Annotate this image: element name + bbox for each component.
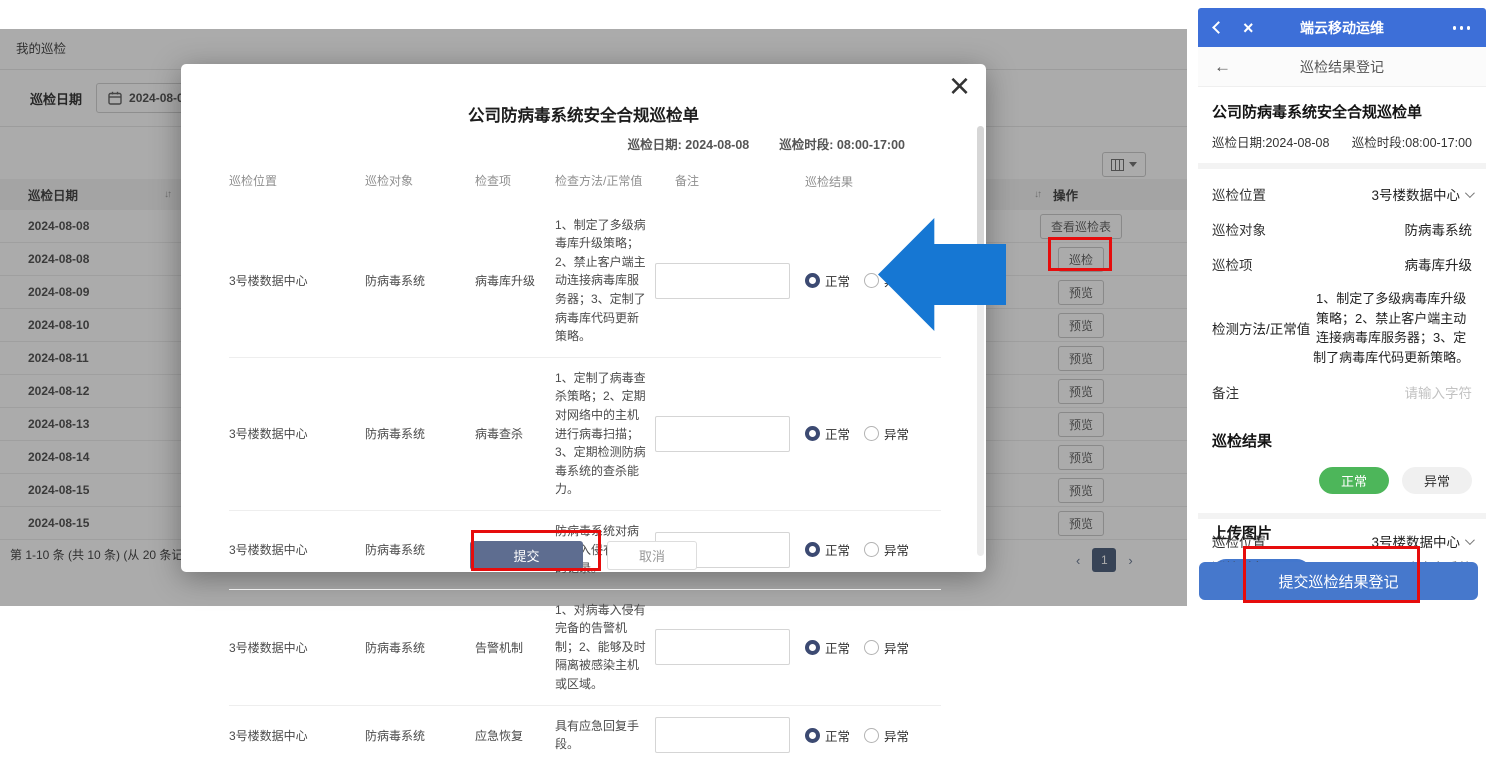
inspection-time: 巡检时段: 08:00-17:00 — [779, 134, 905, 153]
cell-target: 防病毒系统 — [365, 639, 475, 656]
field-label: 巡检位置 — [1212, 184, 1266, 204]
field-label: 检测方法/正常值 — [1212, 318, 1310, 338]
field-location[interactable]: 巡检位置 3号楼数据中心 — [1212, 184, 1472, 204]
modal-meta: 巡检日期: 2024-08-08 巡检时段: 08:00-17:00 — [628, 134, 905, 153]
cell-item: 告警机制 — [475, 639, 555, 656]
cell-item: 病毒查杀 — [475, 425, 555, 442]
col-note: 备注 — [655, 172, 805, 191]
field-label: 备注 — [1212, 382, 1239, 402]
col-location: 巡检位置 — [229, 172, 365, 191]
modal-table-row: 3号楼数据中心 防病毒系统 病毒库升级 1、制定了多级病毒库升级策略；2、禁止客… — [229, 205, 941, 358]
close-icon[interactable]: × — [949, 68, 970, 104]
cell-location: 3号楼数据中心 — [229, 425, 365, 442]
field-value: 病毒库升级 — [1405, 254, 1473, 274]
cell-location: 3号楼数据中心 — [229, 272, 365, 289]
cell-target: 防病毒系统 — [365, 425, 475, 442]
mobile-inspection-time: 巡检时段:08:00-17:00 — [1352, 132, 1472, 151]
result-section-title: 巡检结果 — [1212, 430, 1472, 451]
field-label: 巡检项 — [1212, 254, 1253, 274]
col-method: 检查方法/正常值 — [555, 172, 655, 191]
divider — [1198, 163, 1486, 169]
more-menu-icon[interactable] — [1453, 26, 1471, 30]
result-toggle: 正常 异常 — [1212, 467, 1472, 494]
inspection-form-modal: × 公司防病毒系统安全合规巡检单 巡检日期: 2024-08-08 巡检时段: … — [181, 64, 986, 572]
note-input[interactable] — [655, 629, 790, 665]
cell-method: 具有应急回复手段。 — [555, 717, 655, 754]
note-placeholder: 请输入字符 — [1405, 382, 1473, 402]
modal-table-row: 3号楼数据中心 防病毒系统 病毒查杀 1、定制了病毒查杀策略；2、定期对网络中的… — [229, 358, 941, 511]
cell-location: 3号楼数据中心 — [229, 639, 365, 656]
mobile-header: × 端云移动运维 — [1198, 8, 1486, 47]
note-input[interactable] — [655, 263, 790, 299]
cell-item: 病毒库升级 — [475, 272, 555, 289]
modal-table-row: 3号楼数据中心 防病毒系统 应急恢复 具有应急回复手段。 正常 异常 — [229, 706, 941, 765]
divider — [1198, 513, 1486, 519]
radio-selected-icon — [805, 426, 820, 441]
col-item: 检查项 — [475, 172, 555, 191]
note-input[interactable] — [655, 717, 790, 753]
radio-selected-icon — [805, 273, 820, 288]
radio-normal[interactable]: 正常 — [805, 726, 850, 745]
form-title: 公司防病毒系统安全合规巡检单 — [1212, 101, 1472, 122]
mobile-app-panel: × 端云移动运维 ← 巡检结果登记 公司防病毒系统安全合规巡检单 巡检日期:20… — [1198, 8, 1486, 605]
col-target: 巡检对象 — [365, 172, 475, 191]
radio-normal-label: 正常 — [825, 271, 850, 290]
modal-table-row: 3号楼数据中心 防病毒系统 告警机制 1、对病毒入侵有完备的告警机制；2、能够及… — [229, 590, 941, 706]
highlight-box-mobile-submit — [1243, 546, 1420, 603]
inspection-date: 巡检日期: 2024-08-08 — [628, 134, 750, 153]
cell-method: 1、对病毒入侵有完备的告警机制；2、能够及时隔离被感染主机或区域。 — [555, 601, 655, 694]
field-method: 检测方法/正常值 1、制定了多级病毒库升级策略；2、禁止客户端主动连接病毒库服务… — [1212, 289, 1472, 367]
chevron-down-icon — [1465, 535, 1475, 545]
cell-item: 应急恢复 — [475, 727, 555, 744]
note-input[interactable] — [655, 416, 790, 452]
form-meta: 巡检日期:2024-08-08 巡检时段:08:00-17:00 — [1212, 132, 1472, 151]
cell-method: 1、制定了多级病毒库升级策略；2、禁止客户端主动连接病毒库服务器；3、定制了病毒… — [555, 216, 655, 346]
radio-abnormal[interactable]: 异常 — [864, 424, 909, 443]
radio-unselected-icon — [864, 728, 879, 743]
result-abnormal-button[interactable]: 异常 — [1402, 467, 1472, 494]
chevron-down-icon — [1465, 188, 1475, 198]
radio-unselected-icon — [864, 426, 879, 441]
cell-target: 防病毒系统 — [365, 727, 475, 744]
field-label: 巡检对象 — [1212, 219, 1266, 239]
modal-title: 公司防病毒系统安全合规巡检单 — [181, 102, 986, 126]
app-title: 端云移动运维 — [1198, 18, 1486, 38]
radio-unselected-icon — [864, 273, 879, 288]
mobile-subheader: ← 巡检结果登记 — [1198, 47, 1486, 87]
mobile-inspection-date: 巡检日期:2024-08-08 — [1212, 132, 1329, 151]
radio-unselected-icon — [864, 640, 879, 655]
cell-target: 防病毒系统 — [365, 272, 475, 289]
field-value: 1、制定了多级病毒库升级策略；2、禁止客户端主动连接病毒库服务器；3、定制了病毒… — [1310, 289, 1472, 367]
radio-abnormal-label: 异常 — [884, 726, 909, 745]
radio-normal[interactable]: 正常 — [805, 424, 850, 443]
radio-abnormal-label: 异常 — [884, 424, 909, 443]
radio-normal-label: 正常 — [825, 726, 850, 745]
col-result: 巡检结果 — [805, 172, 941, 191]
modal-scrollbar[interactable] — [977, 126, 984, 556]
result-normal-button[interactable]: 正常 — [1319, 467, 1389, 494]
radio-abnormal[interactable]: 异常 — [864, 726, 909, 745]
cancel-button[interactable]: 取消 — [607, 541, 697, 570]
cell-method: 1、定制了病毒查杀策略；2、定期对网络中的主机进行病毒扫描；3、定期检测防病毒系… — [555, 369, 655, 499]
radio-selected-icon — [805, 728, 820, 743]
radio-abnormal[interactable]: 异常 — [864, 638, 909, 657]
highlight-box-inspect — [1048, 237, 1112, 271]
modal-table-header: 巡检位置 巡检对象 检查项 检查方法/正常值 备注 巡检结果 — [229, 172, 941, 205]
highlight-box-submit — [471, 530, 601, 571]
radio-abnormal-label: 异常 — [884, 638, 909, 657]
radio-selected-icon — [805, 640, 820, 655]
field-note[interactable]: 备注 请输入字符 — [1212, 382, 1472, 402]
radio-normal-label: 正常 — [825, 638, 850, 657]
cell-location: 3号楼数据中心 — [229, 727, 365, 744]
field-item: 巡检项 病毒库升级 — [1212, 254, 1472, 274]
modal-table: 巡检位置 巡检对象 检查项 检查方法/正常值 备注 巡检结果 3号楼数据中心 防… — [229, 172, 941, 765]
mobile-page-title: 巡检结果登记 — [1198, 57, 1486, 77]
field-value: 防病毒系统 — [1405, 219, 1473, 239]
field-target: 巡检对象 防病毒系统 — [1212, 219, 1472, 239]
field-value: 3号楼数据中心 — [1371, 184, 1460, 204]
radio-normal-label: 正常 — [825, 424, 850, 443]
radio-normal[interactable]: 正常 — [805, 271, 850, 290]
radio-normal[interactable]: 正常 — [805, 638, 850, 657]
